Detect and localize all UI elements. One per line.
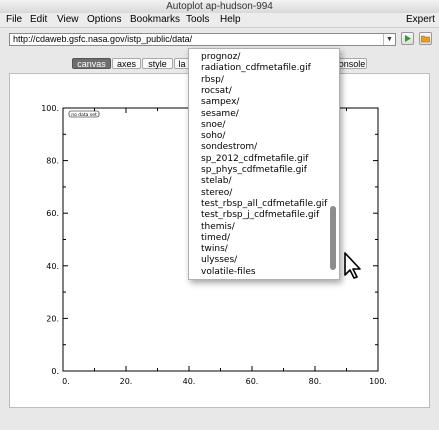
- mouse-pointer-icon: [344, 252, 361, 279]
- y-tick-label: 40.: [46, 262, 59, 271]
- dropdown-item[interactable]: test_rbsp_all_cdfmetafile.gif: [201, 199, 327, 210]
- menu-view[interactable]: View: [57, 13, 79, 27]
- play-icon: [405, 35, 411, 42]
- dropdown-item[interactable]: prognoz/: [201, 52, 240, 63]
- dropdown-item[interactable]: themis/: [201, 222, 235, 233]
- no-data-badge-text: no data set: [71, 112, 97, 118]
- dropdown-item[interactable]: timed/: [201, 233, 230, 244]
- y-tick-label: 80.: [46, 157, 59, 166]
- folder-icon: [421, 35, 430, 43]
- dropdown-item[interactable]: snoe/: [201, 120, 225, 131]
- y-tick-label: 60.: [46, 209, 59, 218]
- tab-console[interactable]: onsole: [337, 58, 367, 69]
- dropdown-item[interactable]: test_rbsp_j_cdfmetafile.gif: [201, 210, 319, 221]
- address-input[interactable]: http://cdaweb.gsfc.nasa.gov/istp_public/…: [9, 33, 396, 46]
- browse-button[interactable]: [419, 32, 432, 45]
- x-tick-label: 40.: [183, 377, 196, 386]
- status-bar: [0, 414, 439, 430]
- menu-file[interactable]: File: [6, 13, 22, 27]
- dropdown-item[interactable]: soho/: [201, 131, 225, 142]
- menu-options[interactable]: Options: [87, 13, 121, 27]
- dropdown-item[interactable]: sampex/: [201, 97, 239, 108]
- y-tick-label: 20.: [46, 314, 59, 323]
- dropdown-item[interactable]: twins/: [201, 244, 228, 255]
- y-tick-label: 100.: [41, 104, 59, 113]
- address-value: http://cdaweb.gsfc.nasa.gov/istp_public/…: [13, 34, 193, 44]
- window-title: Autoplot ap-hudson-994: [166, 1, 273, 12]
- x-tick-label: 20.: [120, 377, 133, 386]
- menu-bookmarks[interactable]: Bookmarks: [130, 13, 180, 27]
- tab-axes[interactable]: axes: [112, 58, 141, 69]
- window-title-bar: Autoplot ap-hudson-994: [0, 0, 439, 14]
- dropdown-item[interactable]: ulysses/: [201, 255, 237, 266]
- x-tick-label: 0.: [62, 377, 70, 386]
- dropdown-item[interactable]: radiation_cdfmetafile.gif: [201, 63, 311, 74]
- chevron-down-icon[interactable]: ▼: [383, 34, 395, 45]
- menu-bar: File Edit View Options Bookmarks Tools H…: [0, 13, 439, 28]
- menu-edit[interactable]: Edit: [30, 13, 47, 27]
- tab-style[interactable]: style: [142, 58, 173, 69]
- dropdown-item[interactable]: stelab/: [201, 176, 232, 187]
- tab-canvas[interactable]: canvas: [72, 58, 111, 69]
- dropdown-item[interactable]: sp_phys_cdfmetafile.gif: [201, 165, 307, 176]
- menu-tools[interactable]: Tools: [186, 13, 209, 27]
- dropdown-item[interactable]: sp_2012_cdfmetafile.gif: [201, 154, 308, 165]
- x-tick-label: 100.: [369, 377, 387, 386]
- menu-help[interactable]: Help: [220, 13, 241, 27]
- dropdown-scrollbar-thumb[interactable]: [330, 206, 336, 270]
- menu-expert[interactable]: Expert: [406, 13, 435, 27]
- dropdown-item[interactable]: stereo/: [201, 188, 232, 199]
- x-tick-label: 80.: [309, 377, 322, 386]
- dropdown-item[interactable]: volatile-files: [201, 267, 256, 278]
- dropdown-item[interactable]: rbsp/: [201, 75, 224, 86]
- dropdown-item[interactable]: sondestrom/: [201, 142, 257, 153]
- y-tick-label: 0.: [51, 367, 59, 376]
- dropdown-item[interactable]: sesame/: [201, 109, 239, 120]
- go-button[interactable]: [401, 32, 414, 45]
- folder-dropdown-list[interactable]: prognoz/radiation_cdfmetafile.gif rbsp/ro…: [188, 48, 340, 280]
- dropdown-item[interactable]: rocsat/: [201, 86, 232, 97]
- x-tick-label: 60.: [246, 377, 259, 386]
